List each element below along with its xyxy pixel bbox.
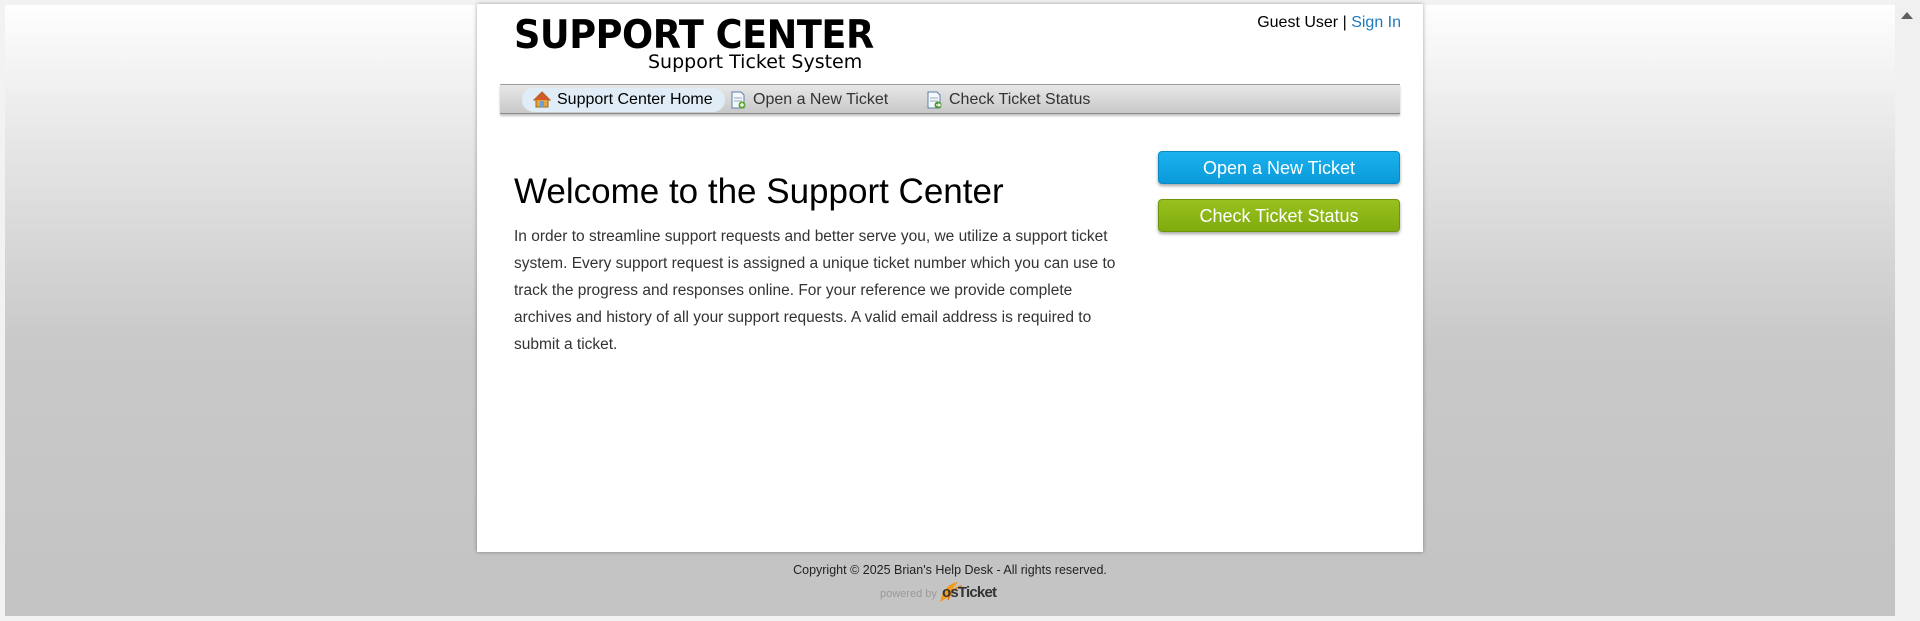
page-title: Welcome to the Support Center: [514, 172, 1004, 211]
nav-label: Open a New Ticket: [753, 91, 889, 108]
sign-in-link[interactable]: Sign In: [1351, 14, 1401, 31]
open-new-ticket-button[interactable]: Open a New Ticket: [1158, 151, 1400, 184]
main-navigation: Support Center Home Open a New Ticket Ch…: [500, 84, 1400, 114]
logo-title: SUPPORT CENTER: [514, 13, 874, 58]
nav-open-new-ticket[interactable]: Open a New Ticket: [718, 88, 900, 112]
check-ticket-status-button[interactable]: Check Ticket Status: [1158, 199, 1400, 232]
logo-subtitle: Support Ticket System: [648, 51, 863, 73]
site-logo[interactable]: SUPPORT CENTER Support Ticket System: [514, 16, 874, 76]
intro-text: In order to streamline support requests …: [514, 228, 1116, 353]
nav-support-center-home[interactable]: Support Center Home: [522, 88, 725, 112]
new-ticket-icon: [731, 91, 746, 109]
home-icon: [533, 91, 551, 108]
powered-by-label: powered by: [880, 588, 937, 600]
nav-label: Support Center Home: [557, 91, 713, 108]
footer-copyright: Copyright © 2025 Brian's Help Desk - All…: [793, 563, 1107, 577]
nav-check-ticket-status[interactable]: Check Ticket Status: [914, 88, 1102, 112]
guest-user-label: Guest User: [1257, 14, 1339, 31]
osticket-brand: osTicket: [942, 584, 997, 601]
scroll-up-arrow-icon[interactable]: [1901, 12, 1913, 19]
vertical-scrollbar[interactable]: [1895, 0, 1920, 621]
powered-by-osticket[interactable]: powered by osTicket: [880, 580, 1005, 604]
page-container: SUPPORT CENTER Support Ticket System Gue…: [477, 4, 1423, 552]
user-bar-separator: |: [1342, 14, 1347, 31]
user-bar: Guest User | Sign In: [1257, 14, 1401, 32]
nav-label: Check Ticket Status: [949, 91, 1091, 108]
ticket-status-icon: [927, 91, 942, 109]
